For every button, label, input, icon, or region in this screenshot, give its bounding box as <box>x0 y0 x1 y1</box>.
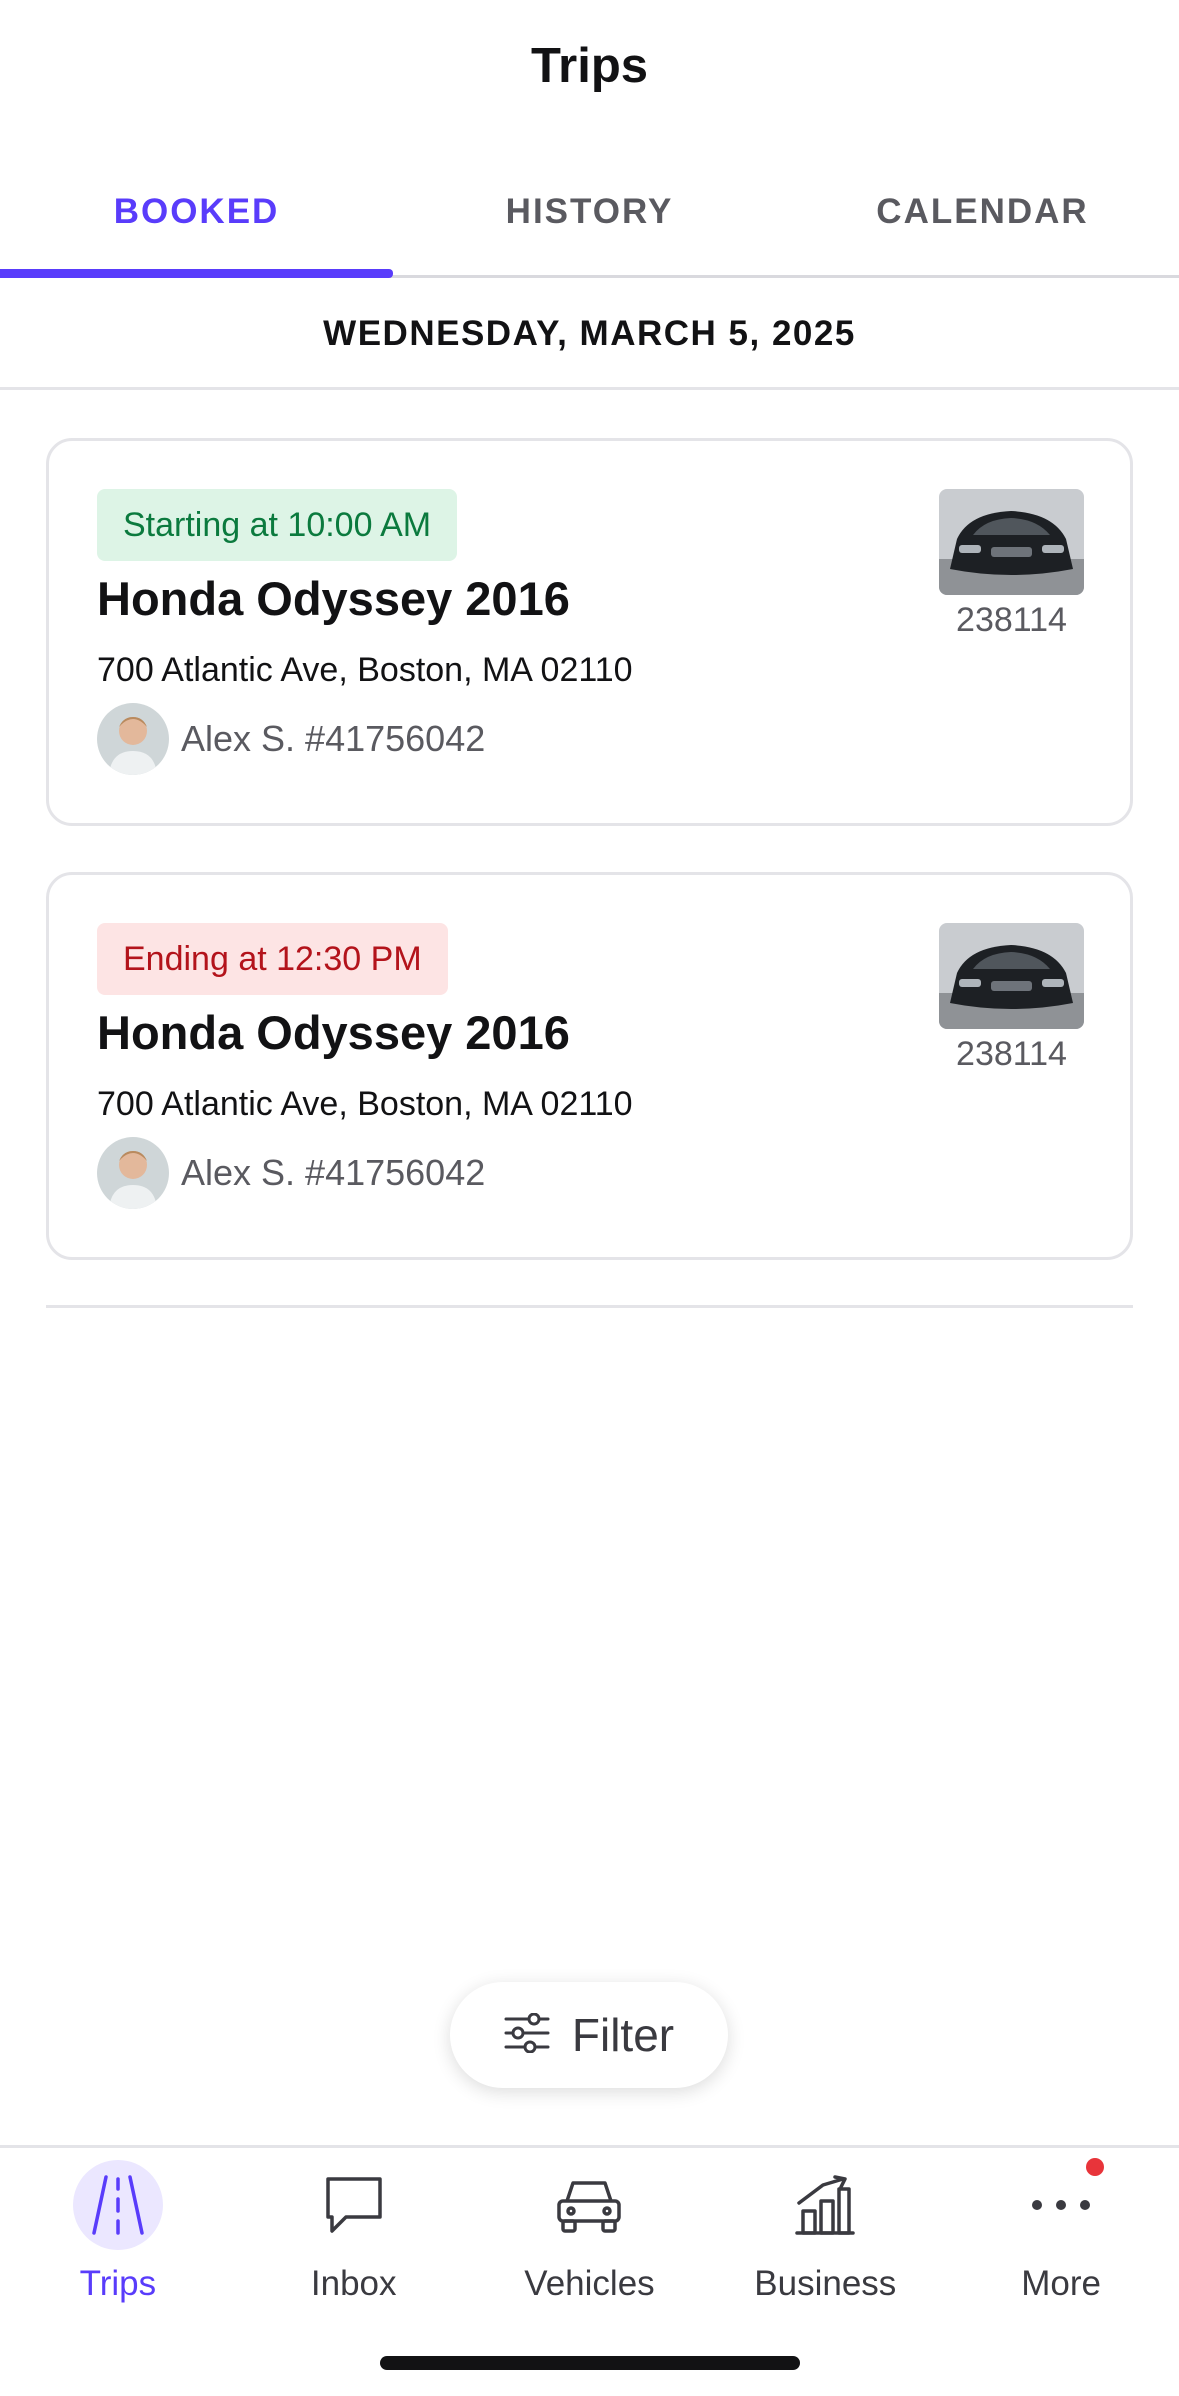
notification-dot <box>1086 2158 1105 2176</box>
active-tab-indicator <box>0 269 393 278</box>
guest-name: Alex S. #41756042 <box>181 1152 486 1193</box>
trip-address: 700 Atlantic Ave, Boston, MA 02110 <box>97 1085 633 1123</box>
tab-booked[interactable]: BOOKED <box>0 170 393 275</box>
nav-label: Inbox <box>310 2264 397 2303</box>
car-thumbnail <box>939 923 1084 1029</box>
guest-info: Alex S. #41756042 <box>97 1137 485 1209</box>
trip-address: 700 Atlantic Ave, Boston, MA 02110 <box>97 651 633 689</box>
page-title: Trips <box>530 39 649 93</box>
guest-avatar <box>97 1137 169 1209</box>
license-plate: 238114 <box>956 1035 1067 1073</box>
guest-info: Alex S. #41756042 <box>97 703 485 775</box>
nav-label: Trips <box>79 2264 157 2303</box>
sliders-icon <box>504 2012 550 2058</box>
tab-history[interactable]: HISTORY <box>393 170 786 275</box>
trips-screen: Trips BOOKED HISTORY CALENDAR WEDNESDAY,… <box>0 0 1179 2396</box>
trip-status-badge: Starting at 10:00 AM <box>97 489 458 561</box>
nav-trips[interactable]: Trips <box>0 2148 236 2396</box>
trip-status-badge: Ending at 12:30 PM <box>97 923 448 995</box>
nav-more[interactable]: More <box>943 2148 1179 2396</box>
car-thumbnail <box>939 489 1084 595</box>
nav-label: More <box>1021 2264 1101 2303</box>
guest-avatar <box>97 703 169 775</box>
chat-bubble-icon <box>309 2160 399 2250</box>
car-icon <box>544 2160 634 2250</box>
filter-button[interactable]: Filter <box>450 1982 728 2088</box>
guest-name: Alex S. #41756042 <box>181 718 486 759</box>
road-icon <box>72 2160 163 2250</box>
trip-card[interactable]: Ending at 12:30 PM Honda Odyssey 2016 70… <box>46 872 1133 1260</box>
filter-label: Filter <box>571 2009 675 2061</box>
date-header: WEDNESDAY, MARCH 5, 2025 <box>0 278 1179 390</box>
trip-tabs: BOOKED HISTORY CALENDAR <box>0 170 1179 278</box>
license-plate: 238114 <box>956 601 1067 639</box>
nav-label: Vehicles <box>524 2264 655 2303</box>
vehicle-name: Honda Odyssey 2016 <box>97 572 570 625</box>
home-indicator[interactable] <box>380 2356 800 2370</box>
list-divider <box>46 1305 1133 1308</box>
bar-chart-icon <box>780 2160 870 2250</box>
tab-calendar[interactable]: CALENDAR <box>786 170 1179 275</box>
vehicle-name: Honda Odyssey 2016 <box>97 1006 570 1059</box>
trip-card[interactable]: Starting at 10:00 AM Honda Odyssey 2016 … <box>46 438 1133 826</box>
nav-label: Business <box>754 2264 897 2303</box>
